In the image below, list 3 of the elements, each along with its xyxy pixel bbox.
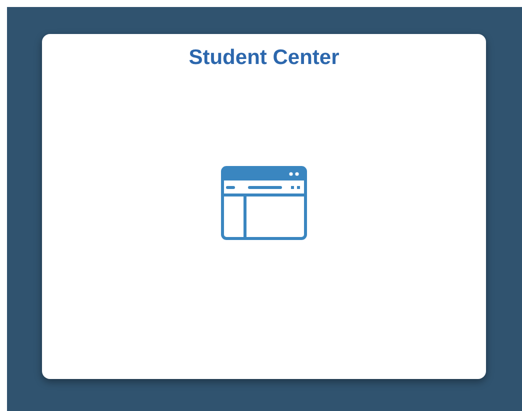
student-center-tile[interactable]: Student Center bbox=[42, 34, 486, 379]
browser-window-icon bbox=[221, 166, 307, 240]
tile-title: Student Center bbox=[188, 45, 340, 71]
